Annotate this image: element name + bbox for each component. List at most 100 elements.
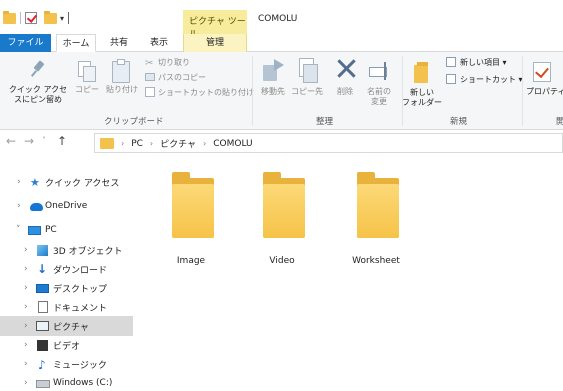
folder-icon xyxy=(172,172,214,238)
nav-item-desktop[interactable]: › デスクトップ xyxy=(0,278,133,298)
breadcrumb-pictures[interactable]: ピクチャ xyxy=(160,137,196,150)
paste-icon xyxy=(112,59,130,83)
new-item-icon xyxy=(446,57,456,67)
tab-manage[interactable]: 管理 xyxy=(183,34,247,52)
folder-name: Image xyxy=(176,256,206,266)
nav-item-onedrive[interactable]: › OneDrive xyxy=(0,196,133,216)
address-row: ← → ˅ ↑ › PC › ピクチャ › COMOLU xyxy=(0,130,563,156)
new-folder-button[interactable]: 新しい フォルダー xyxy=(402,88,442,108)
ribbon-tabs: ファイル ホーム 共有 表示 管理 xyxy=(0,34,563,52)
new-item-button[interactable]: 新しい項目 ▾ xyxy=(460,58,507,68)
address-bar[interactable]: › PC › ピクチャ › COMOLU xyxy=(94,133,563,153)
chevron-right-icon[interactable]: › xyxy=(24,321,28,331)
navigation-pane: › ★ クイック アクセス › OneDrive ˅ PC › 3D オブジェク… xyxy=(0,156,133,391)
nav-item-label: デスクトップ xyxy=(53,284,108,295)
drive-icon xyxy=(36,380,50,388)
nav-item-pc[interactable]: ˅ PC xyxy=(0,220,133,240)
breadcrumb: › PC › ピクチャ › COMOLU xyxy=(121,137,253,151)
chevron-right-icon[interactable]: › xyxy=(24,340,28,350)
nav-item-pictures[interactable]: › ピクチャ xyxy=(0,316,133,336)
delete-button[interactable]: 削除 xyxy=(330,87,360,97)
nav-item-windows-c[interactable]: › Windows (C:) xyxy=(0,373,133,391)
chevron-down-icon[interactable]: ˅ xyxy=(16,225,21,235)
folder-tile-image[interactable]: Image xyxy=(151,172,231,272)
copy-to-button[interactable]: コピー先 xyxy=(290,87,324,97)
chevron-right-icon[interactable]: › xyxy=(17,201,21,211)
folder-tile-worksheet[interactable]: Worksheet xyxy=(336,172,416,272)
tab-view[interactable]: 表示 xyxy=(144,34,174,52)
title-bar: ▾ ピクチャ ツール COMOLU xyxy=(0,0,563,40)
new-folder-label-line1: 新しい xyxy=(410,88,434,97)
nav-item-music[interactable]: › ♪ ミュージック xyxy=(0,354,133,374)
nav-item-label: ミュージック xyxy=(53,360,107,371)
nav-item-quick-access[interactable]: › ★ クイック アクセス xyxy=(0,172,133,192)
chevron-right-icon[interactable]: › xyxy=(24,245,28,255)
nav-item-documents[interactable]: › ドキュメント xyxy=(0,297,133,317)
desktop-icon xyxy=(36,283,49,293)
pin-label-line1: クイック アクセ xyxy=(8,85,68,94)
easy-access-button[interactable]: ショートカット ▾ xyxy=(460,75,523,85)
tab-file[interactable]: ファイル xyxy=(0,34,51,52)
organize-group-label: 整理 xyxy=(316,117,334,127)
folder-name: Worksheet xyxy=(352,256,400,266)
recent-locations-chevron-icon[interactable]: ˅ xyxy=(42,136,46,145)
documents-icon xyxy=(38,301,48,313)
customize-dropdown-icon[interactable]: ▾ xyxy=(60,14,64,23)
folder-name: Video xyxy=(269,256,295,266)
folder-tile-video[interactable]: Video xyxy=(242,172,322,272)
properties-check-icon[interactable] xyxy=(25,12,37,24)
3d-objects-icon xyxy=(37,244,48,256)
up-arrow-icon[interactable]: ↑ xyxy=(57,134,67,148)
chevron-right-icon[interactable]: › xyxy=(24,359,28,369)
pictures-icon xyxy=(36,321,49,331)
pin-to-quick-access-button[interactable]: クイック アクセ スにピン留め xyxy=(2,85,74,105)
new-folder-label-line2: フォルダー xyxy=(402,98,442,107)
separator xyxy=(68,12,70,24)
chevron-right-icon[interactable]: › xyxy=(24,302,28,312)
paste-button[interactable]: 貼り付け xyxy=(104,85,140,95)
nav-item-label: ドキュメント xyxy=(53,303,108,314)
folder-icon xyxy=(263,172,305,238)
easy-access-icon xyxy=(446,74,456,84)
breadcrumb-comolu[interactable]: COMOLU xyxy=(213,139,252,149)
chevron-right-icon[interactable]: › xyxy=(24,378,28,388)
nav-item-label: PC xyxy=(45,225,57,235)
cut-icon: ✂ xyxy=(145,58,154,69)
properties-button[interactable]: プロパティ xyxy=(526,87,563,97)
nav-item-3d-objects[interactable]: › 3D オブジェクト xyxy=(0,240,133,260)
rename-button[interactable]: 名前の 変更 xyxy=(362,87,396,107)
paste-shortcut-button[interactable]: ショートカットの貼り付け xyxy=(158,88,254,98)
open-group-label: 開 xyxy=(556,117,563,127)
cut-button[interactable]: 切り取り xyxy=(158,58,190,68)
chevron-right-icon[interactable]: › xyxy=(24,283,28,293)
copy-path-button[interactable]: パスのコピー xyxy=(158,73,206,83)
new-folder-icon[interactable] xyxy=(44,10,57,24)
tab-home[interactable]: ホーム xyxy=(56,34,96,52)
nav-item-label: ビデオ xyxy=(53,341,81,352)
chevron-right-icon[interactable]: › xyxy=(17,177,21,187)
breadcrumb-pc[interactable]: PC xyxy=(131,139,143,149)
breadcrumb-separator: › xyxy=(121,139,125,148)
properties-icon xyxy=(533,62,551,82)
nav-item-videos[interactable]: › ビデオ xyxy=(0,335,133,355)
move-to-icon xyxy=(263,60,285,82)
copy-button[interactable]: コピー xyxy=(74,85,100,95)
chevron-right-icon[interactable]: › xyxy=(24,264,28,274)
pin-label-line2: スにピン留め xyxy=(14,95,62,104)
breadcrumb-separator: › xyxy=(203,139,207,148)
move-to-button[interactable]: 移動先 xyxy=(256,87,290,97)
clipboard-group-label: クリップボード xyxy=(104,117,164,127)
cloud-icon xyxy=(30,203,43,211)
new-folder-icon xyxy=(414,62,430,84)
quick-access-toolbar: ▾ xyxy=(0,10,70,26)
folder-icon xyxy=(357,172,399,238)
ribbon: クイック アクセ スにピン留め コピー 貼り付け ✂ 切り取り パスのコピー シ… xyxy=(0,52,563,130)
nav-item-downloads[interactable]: › ↓ ダウンロード xyxy=(0,259,133,279)
copy-icon xyxy=(78,61,96,82)
tab-share[interactable]: 共有 xyxy=(104,34,134,52)
nav-item-label: OneDrive xyxy=(45,201,88,211)
copy-to-icon xyxy=(297,58,318,83)
back-arrow-icon[interactable]: ← xyxy=(6,134,16,148)
nav-item-label: 3D オブジェクト xyxy=(53,246,123,257)
forward-arrow-icon[interactable]: → xyxy=(24,134,34,148)
